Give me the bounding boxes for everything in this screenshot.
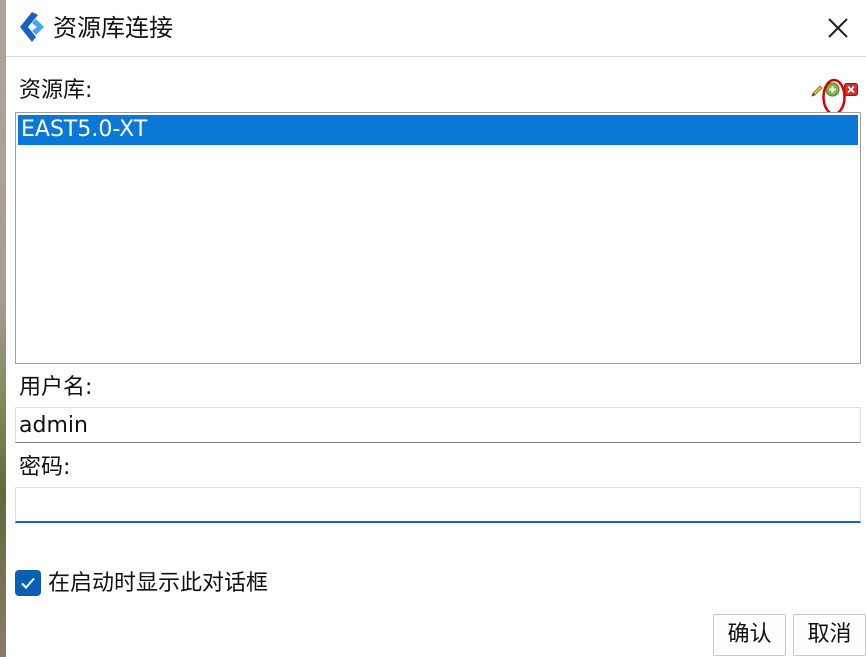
password-label: 密码:: [19, 455, 71, 480]
ok-button[interactable]: 确认: [713, 614, 786, 656]
close-icon[interactable]: [818, 8, 858, 48]
dialog-title: 资源库连接: [53, 14, 173, 42]
password-field[interactable]: [15, 487, 861, 523]
repository-connection-dialog: 资源库连接 资源库: EAST5.0-XT 用户名: 密码:: [6, 0, 866, 657]
title-bar: 资源库连接: [6, 0, 866, 57]
repository-label: 资源库:: [19, 78, 93, 103]
username-field[interactable]: [15, 407, 861, 443]
green-plus-add-icon[interactable]: [825, 82, 840, 97]
list-item[interactable]: EAST5.0-XT: [18, 115, 858, 145]
cancel-button[interactable]: 取消: [793, 614, 866, 656]
checkmark-icon: [21, 577, 35, 589]
repository-list[interactable]: EAST5.0-XT: [15, 112, 861, 364]
red-x-delete-icon[interactable]: [844, 83, 858, 96]
app-logo-icon: [20, 12, 44, 42]
repository-toolbar: [808, 76, 862, 116]
pencil-edit-icon[interactable]: [810, 84, 824, 98]
username-label: 用户名:: [19, 375, 93, 400]
show-on-startup-label: 在启动时显示此对话框: [48, 571, 269, 596]
show-on-startup-checkbox[interactable]: [15, 570, 41, 596]
